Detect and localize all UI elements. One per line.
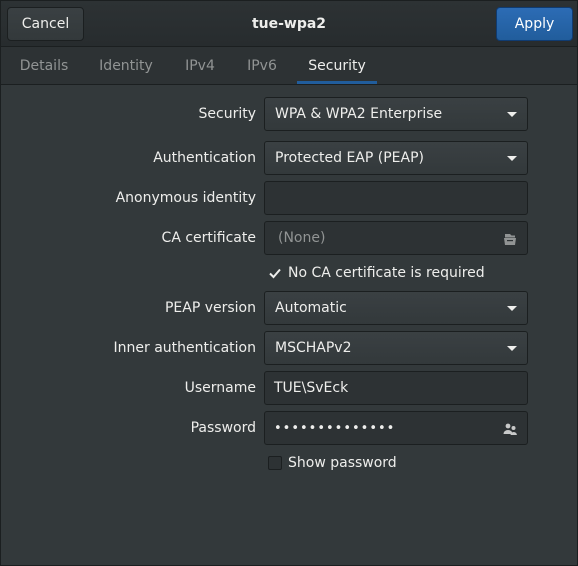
- show-password-label: Show password: [288, 455, 397, 471]
- checkmark-icon: [268, 266, 282, 280]
- tab-bar: Details Identity IPv4 IPv6 Security: [1, 47, 577, 85]
- ca-certificate-value: (None): [278, 230, 326, 246]
- inner-auth-label: Inner authentication: [113, 340, 256, 356]
- tab-details[interactable]: Details: [9, 47, 79, 85]
- peap-version-label: PEAP version: [164, 300, 256, 316]
- authentication-dropdown[interactable]: Protected EAP (PEAP): [264, 141, 528, 175]
- ca-certificate-label: CA certificate: [161, 230, 256, 246]
- cancel-button[interactable]: Cancel: [7, 7, 84, 41]
- password-label: Password: [190, 420, 256, 436]
- connection-editor-window: Cancel tue-wpa2 Apply Details Identity I…: [0, 0, 578, 566]
- header-bar: Cancel tue-wpa2 Apply: [1, 1, 577, 47]
- pan-down-icon: [507, 346, 517, 351]
- ca-certificate-chooser[interactable]: (None): [264, 221, 528, 255]
- authentication-label: Authentication: [153, 150, 256, 166]
- security-value: WPA & WPA2 Enterprise: [275, 106, 443, 122]
- inner-auth-dropdown[interactable]: MSCHAPv2: [264, 331, 528, 365]
- username-label: Username: [184, 380, 256, 396]
- username-input[interactable]: TUE\SvEck: [264, 371, 528, 405]
- peap-version-dropdown[interactable]: Automatic: [264, 291, 528, 325]
- show-password-checkbox[interactable]: Show password: [268, 452, 397, 474]
- no-ca-required-label: No CA certificate is required: [288, 265, 485, 281]
- apply-button[interactable]: Apply: [496, 7, 573, 41]
- anonymous-identity-input[interactable]: [264, 181, 528, 215]
- tab-ipv6[interactable]: IPv6: [237, 47, 287, 85]
- pan-down-icon: [507, 306, 517, 311]
- security-dropdown[interactable]: WPA & WPA2 Enterprise: [264, 97, 528, 131]
- anonymous-identity-label: Anonymous identity: [115, 190, 256, 206]
- security-label: Security: [198, 106, 257, 122]
- authentication-value: Protected EAP (PEAP): [275, 150, 424, 166]
- password-value: ••••••••••••••: [274, 420, 396, 436]
- no-ca-required-checkbox[interactable]: No CA certificate is required: [268, 262, 485, 284]
- pan-down-icon: [507, 156, 517, 161]
- password-input[interactable]: ••••••••••••••: [264, 411, 528, 445]
- checkbox-box: [268, 456, 282, 470]
- tab-security[interactable]: Security: [297, 47, 377, 85]
- users-icon[interactable]: [502, 421, 518, 437]
- inner-auth-value: MSCHAPv2: [275, 340, 352, 356]
- tab-ipv4[interactable]: IPv4: [175, 47, 225, 85]
- peap-version-value: Automatic: [275, 300, 347, 316]
- window-title: tue-wpa2: [251, 16, 327, 32]
- pan-down-icon: [507, 112, 517, 117]
- username-value: TUE\SvEck: [274, 380, 349, 396]
- tab-identity[interactable]: Identity: [89, 47, 163, 85]
- document-open-icon[interactable]: [502, 231, 518, 247]
